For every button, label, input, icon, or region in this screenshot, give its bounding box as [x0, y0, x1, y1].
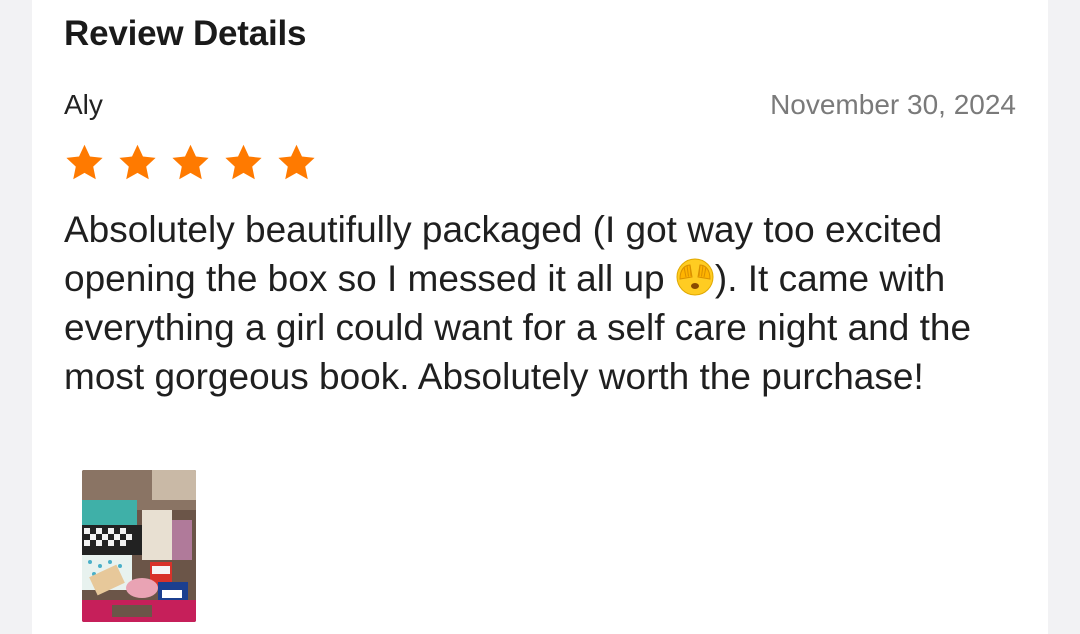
- review-details-card: Review Details Aly November 30, 2024 Abs…: [32, 0, 1048, 634]
- review-text: Absolutely beautifully packaged (I got w…: [64, 205, 1024, 401]
- star-icon: [117, 142, 158, 183]
- star-rating: [64, 142, 317, 183]
- review-date: November 30, 2024: [770, 89, 1016, 120]
- page-background-edge: [1048, 0, 1080, 634]
- star-icon: [276, 142, 317, 183]
- review-photo-thumbnail[interactable]: [82, 470, 196, 622]
- face-with-hands-over-eyes-emoji-icon: [675, 257, 715, 297]
- page-title: Review Details: [64, 14, 307, 53]
- review-photo-image: [82, 470, 196, 622]
- star-icon: [170, 142, 211, 183]
- star-icon: [64, 142, 105, 183]
- reviewer-name: Aly: [64, 89, 103, 120]
- star-icon: [223, 142, 264, 183]
